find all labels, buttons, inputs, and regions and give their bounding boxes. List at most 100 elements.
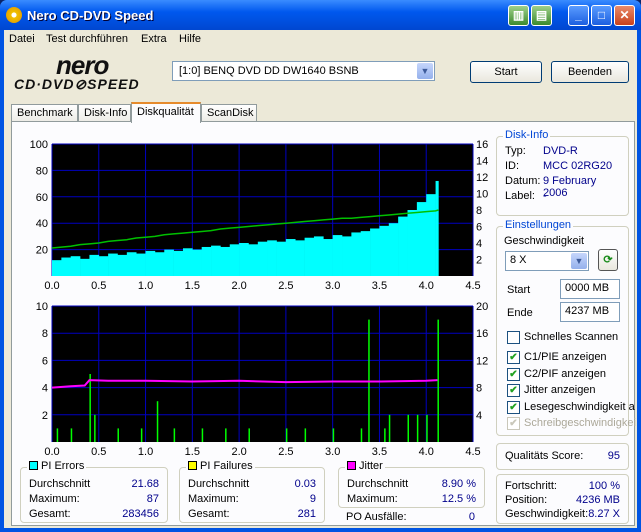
x-tick-label: 4.5 — [465, 280, 480, 292]
checkbox[interactable]: ✔ — [507, 351, 520, 364]
x-tick-label: 4.5 — [465, 446, 480, 458]
checkbox[interactable]: ✔ — [507, 400, 520, 414]
checkbox-label: Lesegeschwindigkeit a — [524, 400, 635, 413]
disk-info-value: MCC 02RG20 — [543, 160, 613, 172]
pi-failure-bar — [117, 428, 119, 442]
y2-tick-label: 10 — [476, 189, 488, 201]
label: Durchschnitt — [347, 478, 409, 490]
title-bar[interactable]: Nero CD-DVD Speed ▥ ▤ _ □ ✕ — [0, 0, 641, 30]
label: Gesamt: — [188, 508, 230, 520]
pi-error-bar — [52, 260, 62, 276]
checkbox[interactable] — [507, 331, 520, 344]
pi-error-bar — [435, 180, 439, 276]
pi-error-bar — [98, 256, 109, 276]
x-tick-label: 0.0 — [44, 446, 59, 458]
menu-hilfe[interactable]: Hilfe — [179, 33, 201, 45]
start-input[interactable]: 0000 MB — [560, 279, 620, 299]
y2-tick-label: 16 — [476, 328, 488, 340]
pi-failures-group: PI Failures Durchschnitt 0.03 Maximum: 9 G… — [179, 460, 325, 523]
pi-error-bar — [173, 250, 184, 276]
refresh-icon: ⟳ — [603, 254, 613, 266]
pi-failure-bar — [56, 428, 59, 442]
menu-test[interactable]: Test durchführen — [46, 33, 128, 45]
chevron-down-icon[interactable]: ▼ — [571, 253, 587, 269]
pi-failures-title: PI Failures — [200, 460, 253, 472]
start-button[interactable]: Start — [470, 61, 542, 83]
menu-datei[interactable]: Datei — [9, 33, 35, 45]
jitter-group: Jitter Durchschnitt 8.90 % Maximum: 12.5 % — [338, 460, 485, 508]
app-icon — [6, 7, 22, 23]
settings-group: Einstellungen Geschwindigkeit 8 X ▼ ⟳ Sta… — [496, 219, 636, 436]
save-button[interactable]: ▤ — [531, 5, 552, 26]
label: Maximum: — [188, 493, 239, 505]
tab-benchmark[interactable]: Benchmark — [11, 104, 78, 122]
checkbox[interactable]: ✔ — [507, 367, 520, 381]
chevron-down-icon[interactable]: ▼ — [417, 63, 433, 79]
refresh-button[interactable]: ⟳ — [598, 249, 618, 271]
disk-info-value: DVD-R — [543, 145, 578, 157]
pi-errors-chart: 0.0 0.5 1.0 1.5 2.0 2.5 3.0 3.5 4.0 4.5 20 40 60 80 10… — [30, 139, 489, 292]
end-button[interactable]: Beenden — [551, 61, 629, 83]
pi-error-bar — [342, 236, 352, 276]
speed-value: 8 X — [510, 254, 527, 266]
pi-errors-swatch — [29, 461, 38, 470]
close-button[interactable]: ✕ — [614, 5, 635, 26]
checkbox-label: C2/PIF anzeigen — [524, 367, 606, 380]
x-tick-label: 1.0 — [138, 446, 153, 458]
disk-info-key: Datum: — [505, 175, 541, 187]
pi-error-bar — [304, 237, 315, 276]
x-tick-label: 3.5 — [372, 280, 387, 292]
checkbox[interactable]: ✔ — [507, 384, 520, 397]
pi-failure-bar — [89, 374, 91, 442]
jitter-title: Jitter — [359, 460, 383, 472]
x-tick-label: 3.0 — [325, 280, 340, 292]
drive-value: [1:0] BENQ DVD DD DW1640 BSNB — [179, 65, 359, 77]
po-label: PO Ausfälle: — [346, 511, 407, 523]
checkbox: ✔ — [507, 417, 520, 430]
pi-error-bar — [295, 240, 305, 276]
checkbox-label: Jitter anzeigen — [524, 384, 596, 396]
pi-failure-bar — [173, 428, 176, 442]
progress-value: 100 % — [588, 480, 620, 492]
pi-errors-total: 283456 — [122, 508, 159, 520]
y2-tick-label: 2 — [476, 255, 482, 267]
pi-error-bar — [416, 202, 427, 276]
checkbox-label: Schreibgeschwindigkei — [524, 417, 636, 429]
disk-info-key: Label: — [505, 190, 535, 202]
pi-failure-bar — [332, 428, 335, 442]
pi-failure-bar — [285, 428, 288, 442]
menu-extra[interactable]: Extra — [141, 33, 167, 45]
y-tick-label: 80 — [36, 165, 48, 177]
label: Fortschritt: — [505, 480, 557, 492]
pi-failures-max: 9 — [309, 493, 316, 505]
tab-diskqualitaet[interactable]: Diskqualität — [131, 102, 201, 123]
pi-error-bar — [192, 249, 202, 276]
end-input[interactable]: 4237 MB — [560, 302, 620, 322]
label: Durchschnitt — [188, 478, 250, 490]
label: Geschwindigkeit: — [505, 508, 589, 520]
pi-error-bar — [211, 245, 221, 276]
disk-info-key: Typ: — [505, 145, 526, 157]
label: Maximum: — [347, 493, 398, 505]
tab-scandisk[interactable]: ScanDisk — [201, 104, 257, 122]
pi-error-bar — [388, 223, 399, 276]
y2-tick-label: 20 — [476, 301, 488, 313]
tray-button[interactable]: ▥ — [508, 5, 529, 26]
speed-label: Geschwindigkeit — [504, 235, 585, 247]
nero-logo: nero CD·DVD⊘SPEED — [14, 50, 140, 92]
minimize-button[interactable]: _ — [568, 5, 589, 26]
tab-disk-info[interactable]: Disk-Info — [78, 104, 131, 122]
maximize-button[interactable]: □ — [591, 5, 612, 26]
y2-tick-label: 14 — [476, 156, 488, 168]
x-tick-label: 2.0 — [231, 280, 246, 292]
start-label: Start — [507, 284, 531, 296]
pi-error-bar — [229, 244, 240, 276]
pi-error-bar — [154, 252, 165, 276]
pi-errors-title: PI Errors — [41, 460, 85, 472]
disk-info-key: ID: — [505, 160, 520, 172]
drive-select[interactable]: [1:0] BENQ DVD DD DW1640 BSNB ▼ — [172, 61, 435, 81]
speed-select[interactable]: 8 X ▼ — [505, 251, 589, 271]
y-tick-label: 60 — [36, 192, 48, 204]
pi-failure-bar — [248, 428, 250, 442]
pi-error-bar — [220, 246, 231, 276]
